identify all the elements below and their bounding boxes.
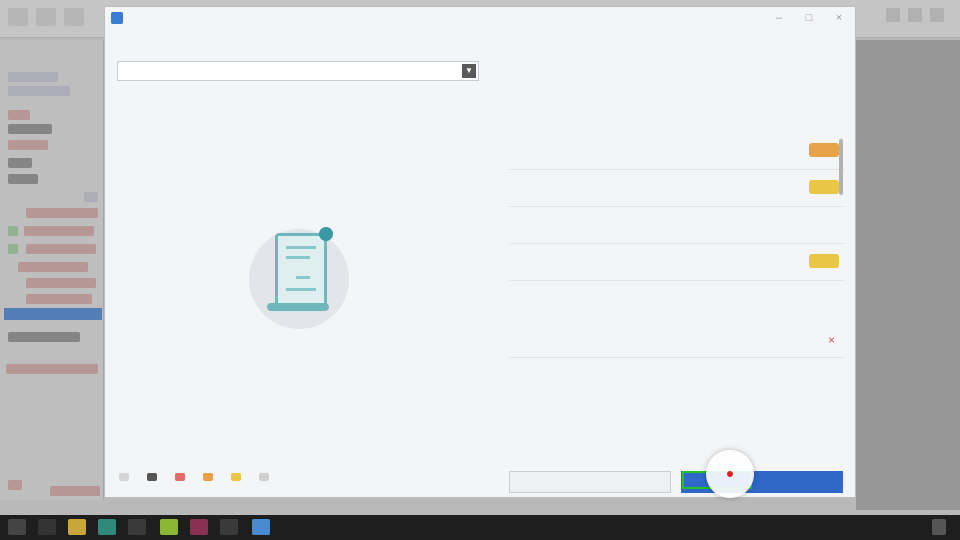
app-taskbar-icon[interactable] [220,519,238,535]
empty-state-illustration [245,219,355,329]
app-taskbar-icon[interactable] [160,519,178,535]
notification-icon[interactable] [932,519,946,535]
list-item[interactable] [509,133,845,170]
legend [119,473,273,481]
legend-item [203,473,217,481]
chevron-down-icon[interactable]: ▼ [462,64,476,78]
scrollbar[interactable] [839,139,843,195]
window-controls: – □ × [771,10,847,26]
dialog-window: – □ × ▼ × [104,6,856,498]
app-taskbar-icon[interactable] [190,519,208,535]
list-item[interactable] [509,207,845,244]
status-badge [809,143,839,157]
remove-icon[interactable]: × [828,333,835,347]
selected-list: × [509,321,845,358]
document-icon [275,233,327,307]
status-badge [809,180,839,194]
list-item[interactable]: × [509,321,845,358]
search-icon[interactable] [38,519,56,535]
list-item[interactable] [509,170,845,207]
taskbar [0,515,960,540]
cursor-icon [727,471,733,477]
app-taskbar-icon[interactable] [252,519,270,535]
available-list [509,133,845,281]
start-icon[interactable] [8,519,26,535]
dialog-titlebar: – □ × [105,7,855,29]
list-item[interactable] [509,244,845,281]
app-taskbar-icon[interactable] [98,519,116,535]
legend-item [147,473,161,481]
legend-item [259,473,273,481]
app-taskbar-icon[interactable] [128,519,146,535]
folder-icon[interactable] [68,519,86,535]
legend-item [231,473,245,481]
legend-item [119,473,133,481]
minimize-icon[interactable]: – [771,10,787,26]
badge-icon [319,227,333,241]
selection-dropdown[interactable]: ▼ [117,61,479,81]
legend-item [175,473,189,481]
status-badge [809,254,839,268]
secondary-button[interactable] [509,471,671,493]
close-icon[interactable]: × [831,10,847,26]
maximize-icon[interactable]: □ [801,10,817,26]
app-icon [111,12,123,24]
